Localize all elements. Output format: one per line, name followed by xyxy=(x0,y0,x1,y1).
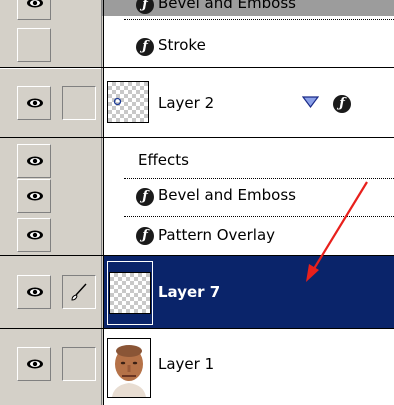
row-divider xyxy=(0,328,394,329)
row-divider xyxy=(0,137,394,138)
layer-2-name[interactable]: Layer 2 xyxy=(158,94,214,112)
row-highlight xyxy=(0,68,101,69)
column-divider-dark xyxy=(103,0,104,405)
visibility-toggle-layer-2[interactable] xyxy=(17,86,51,120)
layers-panel: ƒ Bevel and Emboss ƒ Stroke Layer 2 ƒ Ef… xyxy=(0,0,394,405)
effect-stroke[interactable]: Stroke xyxy=(158,36,206,54)
column-divider xyxy=(101,0,102,405)
layer-7-name[interactable]: Layer 7 xyxy=(158,283,220,301)
visibility-toggle-layer-7[interactable] xyxy=(17,275,51,309)
visibility-toggle-effects[interactable] xyxy=(17,144,51,178)
portrait-image xyxy=(108,339,150,397)
eye-icon xyxy=(27,0,43,8)
row-divider xyxy=(124,19,394,20)
visibility-toggle-layer-1[interactable] xyxy=(17,347,51,381)
annotation-arrow xyxy=(306,181,368,282)
effect-pattern-overlay[interactable]: Pattern Overlay xyxy=(158,226,275,244)
fx-icon: ƒ xyxy=(136,188,154,206)
link-toggle-layer-1[interactable] xyxy=(62,347,96,381)
visibility-toggle-stroke[interactable] xyxy=(17,28,51,62)
eye-icon xyxy=(27,230,43,240)
eye-icon xyxy=(27,156,43,166)
eye-icon xyxy=(27,359,43,369)
eye-icon xyxy=(27,191,43,201)
effect-bevel-partial[interactable]: Bevel and Emboss xyxy=(158,0,296,12)
visibility-toggle-pattern[interactable] xyxy=(17,218,51,252)
visibility-toggle-bevel[interactable] xyxy=(17,179,51,213)
layer-style-dot-icon xyxy=(113,97,122,106)
layer-7-thumbnail-frame xyxy=(107,261,153,325)
effect-bevel-and-emboss[interactable]: Bevel and Emboss xyxy=(158,186,296,204)
layer-2-thumbnail[interactable] xyxy=(107,81,149,123)
visibility-toggle-top[interactable] xyxy=(17,0,51,20)
row-divider xyxy=(124,178,394,179)
fx-icon: ƒ xyxy=(333,95,351,113)
fx-icon: ƒ xyxy=(136,38,154,56)
eye-icon xyxy=(27,287,43,297)
layer-1-name[interactable]: Layer 1 xyxy=(158,355,214,373)
layer-1-thumbnail[interactable] xyxy=(107,338,151,398)
layer-7-thumbnail[interactable] xyxy=(109,272,151,314)
effects-group-label[interactable]: Effects xyxy=(138,151,189,169)
brush-toggle-layer-7[interactable] xyxy=(62,275,96,309)
triangle-down-icon[interactable] xyxy=(302,96,319,108)
brush-icon xyxy=(71,283,87,301)
link-toggle-layer-2[interactable] xyxy=(62,86,96,120)
fx-icon: ƒ xyxy=(136,227,154,245)
eye-icon xyxy=(27,98,43,108)
